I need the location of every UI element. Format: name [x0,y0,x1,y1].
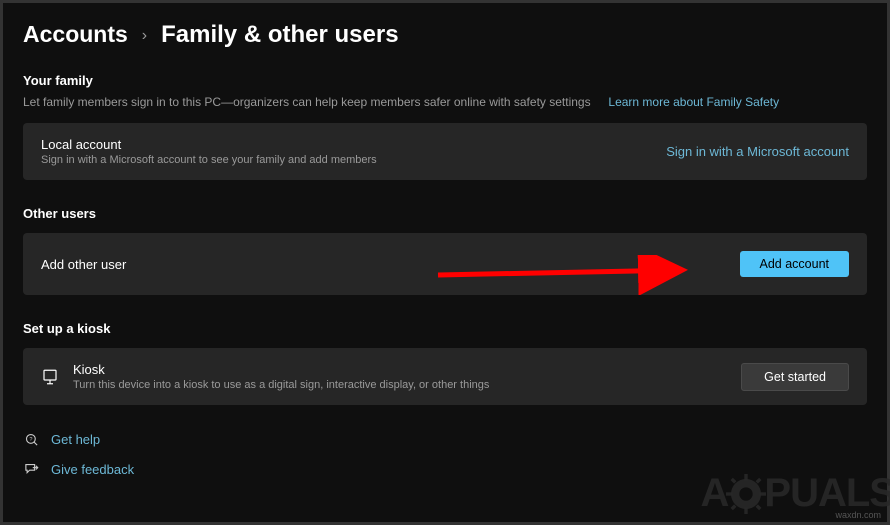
kiosk-heading: Set up a kiosk [23,321,867,336]
feedback-icon [23,461,39,477]
help-icon: ? [23,431,39,447]
get-started-button[interactable]: Get started [741,363,849,391]
local-account-card: Local account Sign in with a Microsoft a… [23,123,867,180]
give-feedback-label: Give feedback [51,462,134,477]
breadcrumb: Accounts › Family & other users [23,21,867,49]
watermark-prefix: A [701,471,729,516]
get-help-link[interactable]: ? Get help [23,431,867,447]
other-users-section: Other users Add other user Add account [23,206,867,295]
chevron-right-icon: › [142,27,147,45]
family-heading: Your family [23,73,867,88]
local-account-title: Local account [41,137,377,152]
other-users-heading: Other users [23,206,867,221]
gear-icon [726,474,766,514]
kiosk-section: Set up a kiosk Kiosk Turn this device in… [23,321,867,405]
kiosk-card: Kiosk Turn this device into a kiosk to u… [23,348,867,405]
breadcrumb-parent[interactable]: Accounts [23,21,128,48]
page-title: Family & other users [161,21,398,49]
source-tag: waxdn.com [835,510,881,520]
family-description: Let family members sign in to this PC—or… [23,95,591,109]
add-account-button[interactable]: Add account [740,251,850,277]
kiosk-subtitle: Turn this device into a kiosk to use as … [73,379,489,391]
sign-in-microsoft-link[interactable]: Sign in with a Microsoft account [666,144,849,159]
add-other-user-label: Add other user [41,257,126,272]
svg-text:?: ? [29,436,32,442]
local-account-subtitle: Sign in with a Microsoft account to see … [41,154,377,166]
get-help-label: Get help [51,432,100,447]
kiosk-icon [41,368,59,386]
add-other-user-card: Add other user Add account [23,233,867,295]
family-section: Your family Let family members sign in t… [23,73,867,180]
learn-more-family-safety-link[interactable]: Learn more about Family Safety [608,95,779,109]
kiosk-title: Kiosk [73,362,489,377]
